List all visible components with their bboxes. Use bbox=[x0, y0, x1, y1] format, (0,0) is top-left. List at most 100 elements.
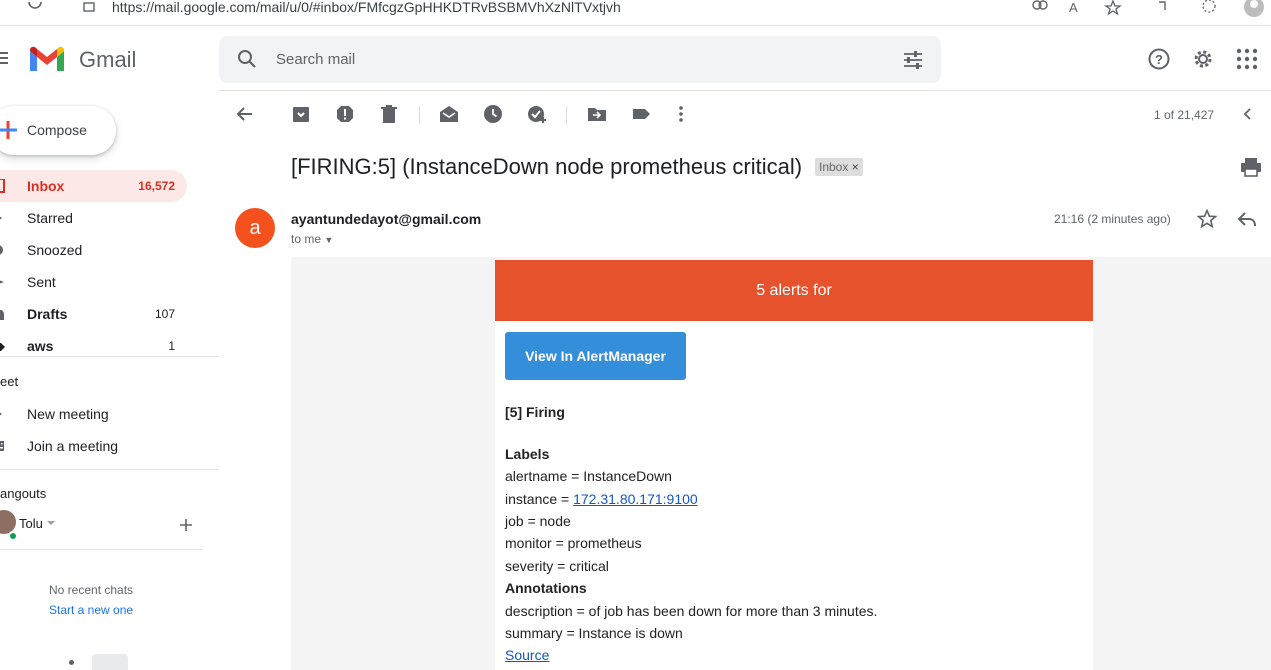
annotation-summary: summary = Instance is down bbox=[505, 625, 683, 641]
user-dropdown-icon[interactable] bbox=[46, 520, 56, 526]
more-options-icon[interactable] bbox=[671, 104, 691, 124]
meet-section-title: eet bbox=[0, 374, 19, 389]
svg-text:A: A bbox=[1069, 0, 1078, 14]
video-icon bbox=[0, 412, 2, 416]
snooze-icon[interactable] bbox=[483, 104, 503, 124]
main-menu-icon[interactable] bbox=[0, 52, 8, 66]
reply-icon[interactable] bbox=[1237, 209, 1257, 229]
search-bar[interactable]: Search mail bbox=[219, 36, 941, 83]
read-aloud-icon[interactable]: A bbox=[1069, 0, 1087, 14]
header-divider bbox=[219, 90, 1271, 91]
inbox-label-chip[interactable]: Inbox × bbox=[815, 158, 863, 176]
tracking-icon[interactable] bbox=[1031, 0, 1049, 12]
source-link[interactable]: Source bbox=[505, 647, 549, 663]
alert-banner: 5 alerts for bbox=[495, 260, 1093, 321]
inbox-icon bbox=[0, 179, 5, 193]
settings-icon[interactable] bbox=[1191, 47, 1215, 71]
view-in-alertmanager-button[interactable]: View In AlertManager bbox=[505, 332, 686, 380]
toolbar-separator bbox=[566, 106, 567, 124]
clock-icon bbox=[0, 245, 3, 255]
extensions-icon[interactable] bbox=[1155, 0, 1171, 14]
send-icon bbox=[0, 280, 4, 284]
annotation-description: description = of job has been down for m… bbox=[505, 603, 878, 619]
sender-name[interactable]: ayantundedayot@gmail.com bbox=[291, 211, 481, 227]
print-icon[interactable] bbox=[1240, 157, 1262, 177]
label-job: job = node bbox=[505, 513, 571, 529]
new-meeting-button[interactable]: New meeting bbox=[0, 398, 187, 430]
lock-icon[interactable] bbox=[82, 0, 96, 12]
back-arrow-icon[interactable] bbox=[235, 104, 255, 124]
sidebar-item-label: Starred bbox=[27, 210, 73, 226]
label-alertname: alertname = InstanceDown bbox=[505, 468, 672, 484]
hangouts-section-title: angouts bbox=[0, 486, 47, 501]
pagination-text: 1 of 21,427 bbox=[1154, 108, 1215, 122]
instance-link[interactable]: 172.31.80.171:9100 bbox=[573, 491, 698, 507]
sidebar-item-label: aws bbox=[27, 338, 54, 354]
recipient-dropdown-icon[interactable]: ▼ bbox=[324, 235, 333, 245]
report-spam-icon[interactable] bbox=[335, 104, 355, 124]
star-toggle-icon[interactable] bbox=[1197, 209, 1217, 229]
alert-email-card: 5 alerts for View In AlertManager [5] Fi… bbox=[495, 260, 1093, 670]
add-task-icon[interactable] bbox=[527, 104, 547, 124]
labels-heading: Labels bbox=[505, 446, 550, 462]
profile-icon[interactable] bbox=[1243, 0, 1265, 18]
sidebar-divider bbox=[0, 469, 219, 470]
mark-unread-icon[interactable] bbox=[439, 104, 459, 124]
label-instance-key: instance = bbox=[505, 491, 574, 507]
start-new-chat-link[interactable]: Start a new one bbox=[49, 603, 133, 617]
contacts-tab-icon[interactable] bbox=[69, 660, 74, 665]
sidebar-item-sent[interactable]: Sent bbox=[0, 266, 187, 298]
sidebar-item-drafts[interactable]: Drafts 107 bbox=[0, 298, 187, 330]
browser-address-bar: https://mail.google.com/mail/u/0/#inbox/… bbox=[0, 0, 1271, 26]
favorite-icon[interactable] bbox=[1104, 0, 1124, 16]
sidebar-item-count: 107 bbox=[154, 307, 175, 321]
firing-count: [5] Firing bbox=[505, 404, 565, 420]
label-severity: severity = critical bbox=[505, 558, 609, 574]
join-meeting-button[interactable]: Join a meeting bbox=[0, 430, 187, 462]
new-chat-plus-icon[interactable] bbox=[179, 518, 193, 532]
search-icon[interactable] bbox=[237, 49, 257, 69]
label-monitor: monitor = prometheus bbox=[505, 535, 642, 551]
labels-icon[interactable] bbox=[631, 104, 651, 124]
search-input[interactable]: Search mail bbox=[276, 51, 355, 68]
compose-button[interactable]: Compose bbox=[0, 106, 116, 155]
recipient-details[interactable]: to me ▼ bbox=[291, 232, 333, 246]
sidebar-item-count: 1 bbox=[168, 339, 175, 353]
sidebar-item-snoozed[interactable]: Snoozed bbox=[0, 234, 187, 266]
search-options-icon[interactable] bbox=[902, 49, 924, 71]
toolbar-separator bbox=[419, 106, 420, 124]
sender-avatar[interactable]: a bbox=[235, 208, 275, 248]
hangouts-divider bbox=[0, 549, 203, 550]
email-subject: [FIRING:5] (InstanceDown node prometheus… bbox=[291, 154, 803, 179]
compose-plus-icon bbox=[0, 121, 17, 139]
chat-tab-icon[interactable] bbox=[92, 654, 128, 670]
url-text[interactable]: https://mail.google.com/mail/u/0/#inbox/… bbox=[112, 0, 621, 14]
sidebar-item-label: Drafts bbox=[27, 306, 68, 322]
sidebar-item-inbox[interactable]: Inbox 16,572 bbox=[0, 170, 187, 202]
svg-text:?: ? bbox=[1155, 52, 1163, 67]
annotations-heading: Annotations bbox=[505, 580, 587, 596]
gmail-logo-icon[interactable] bbox=[28, 45, 66, 73]
keyboard-icon bbox=[0, 441, 4, 451]
hangouts-user-name[interactable]: Tolu bbox=[19, 516, 43, 531]
archive-icon[interactable] bbox=[291, 104, 311, 124]
collections-icon[interactable] bbox=[1200, 0, 1218, 16]
gmail-logo-text[interactable]: Gmail bbox=[79, 47, 136, 73]
remove-label-icon[interactable]: × bbox=[852, 160, 859, 174]
new-meeting-label: New meeting bbox=[27, 406, 109, 422]
reload-icon[interactable] bbox=[26, 0, 44, 12]
newer-chevron-icon[interactable] bbox=[1239, 104, 1259, 124]
sidebar-item-starred[interactable]: Starred bbox=[0, 202, 187, 234]
sidebar-divider bbox=[0, 356, 219, 357]
recipient-text: to me bbox=[291, 232, 322, 246]
sidebar-item-aws[interactable]: aws 1 bbox=[0, 330, 187, 356]
online-status-dot bbox=[8, 531, 18, 541]
label-icon bbox=[0, 343, 5, 351]
no-recent-chats-text: No recent chats bbox=[49, 583, 134, 597]
delete-icon[interactable] bbox=[379, 104, 399, 124]
apps-grid-icon[interactable] bbox=[1235, 47, 1259, 71]
compose-label: Compose bbox=[27, 122, 87, 138]
sidebar-item-label: Inbox bbox=[27, 178, 65, 194]
move-to-icon[interactable] bbox=[587, 104, 607, 124]
help-icon[interactable]: ? bbox=[1147, 47, 1171, 71]
